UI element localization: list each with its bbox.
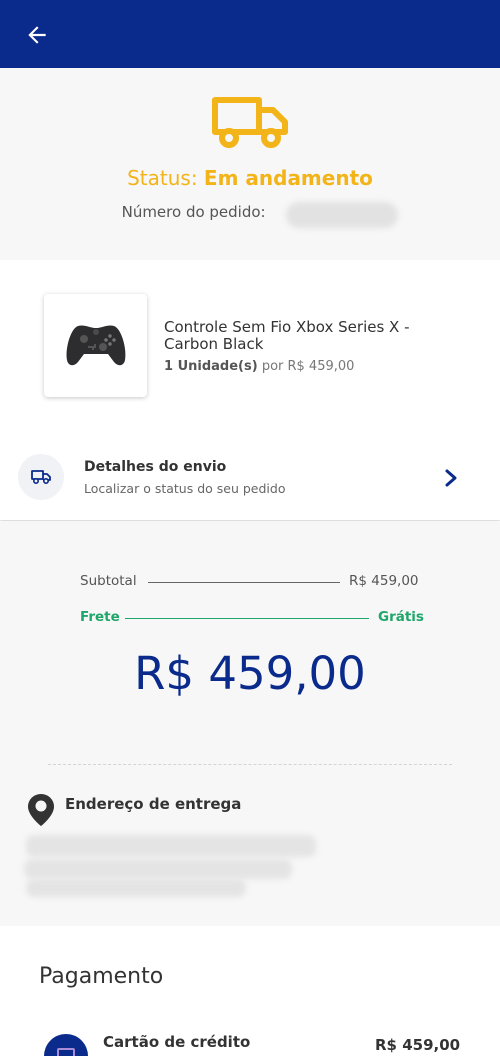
order-summary-section: Subtotal R$ 459,00 Frete Grátis R$ 459,0… [0,521,500,926]
game-controller-icon [66,325,126,366]
product-name: Controle Sem Fio Xbox Series X - Carbon … [164,318,410,353]
freight-value: Grátis [378,609,424,625]
product-unit-price: por R$ 459,00 [261,359,355,374]
payment-method: Cartão de crédito [103,1033,251,1051]
truck-icon [31,470,51,485]
shipping-details-title: Detalhes do envio [84,459,227,475]
credit-card-icon [44,1034,88,1056]
shipping-icon-circle [18,454,64,500]
delivery-address-title: Endereço de entrega [65,795,242,813]
order-status-section: Status: Em andamento Número do pedido: [0,68,500,260]
payment-title: Pagamento [39,964,164,989]
order-number: Número do pedido: [0,203,500,221]
order-total: R$ 459,00 [134,647,366,700]
product-image[interactable] [44,294,147,397]
arrow-back-icon[interactable] [24,22,50,48]
location-pin-icon [28,794,54,826]
shipping-details-subtitle: Localizar o status do seu pedido [84,481,286,496]
payment-amount: R$ 459,00 [375,1036,461,1054]
address-redacted-line-1 [26,835,316,857]
status-label: Status: [127,166,198,190]
subtotal-value: R$ 459,00 [349,573,419,589]
dashed-divider [48,764,452,765]
top-app-bar [0,0,500,68]
status-text: Status: Em andamento [0,166,500,190]
product-section: Controle Sem Fio Xbox Series X - Carbon … [0,260,500,520]
product-quantity: 1 Unidade(s) [164,359,258,374]
payment-section: Pagamento Cartão de crédito R$ 459,00 [0,926,500,1056]
freight-divider [125,618,369,619]
subtotal-label: Subtotal [80,573,137,589]
delivery-truck-icon [212,97,288,148]
order-number-label: Número do pedido: [121,203,266,221]
status-value: Em andamento [203,166,373,190]
chevron-right-icon[interactable] [443,468,459,488]
order-number-redacted [286,202,398,228]
address-redacted-line-3 [26,879,246,897]
product-quantity-price: 1 Unidade(s) por R$ 459,00 [164,359,354,374]
address-redacted-line-2 [24,859,292,879]
freight-label: Frete [80,609,120,625]
subtotal-divider [148,582,340,583]
